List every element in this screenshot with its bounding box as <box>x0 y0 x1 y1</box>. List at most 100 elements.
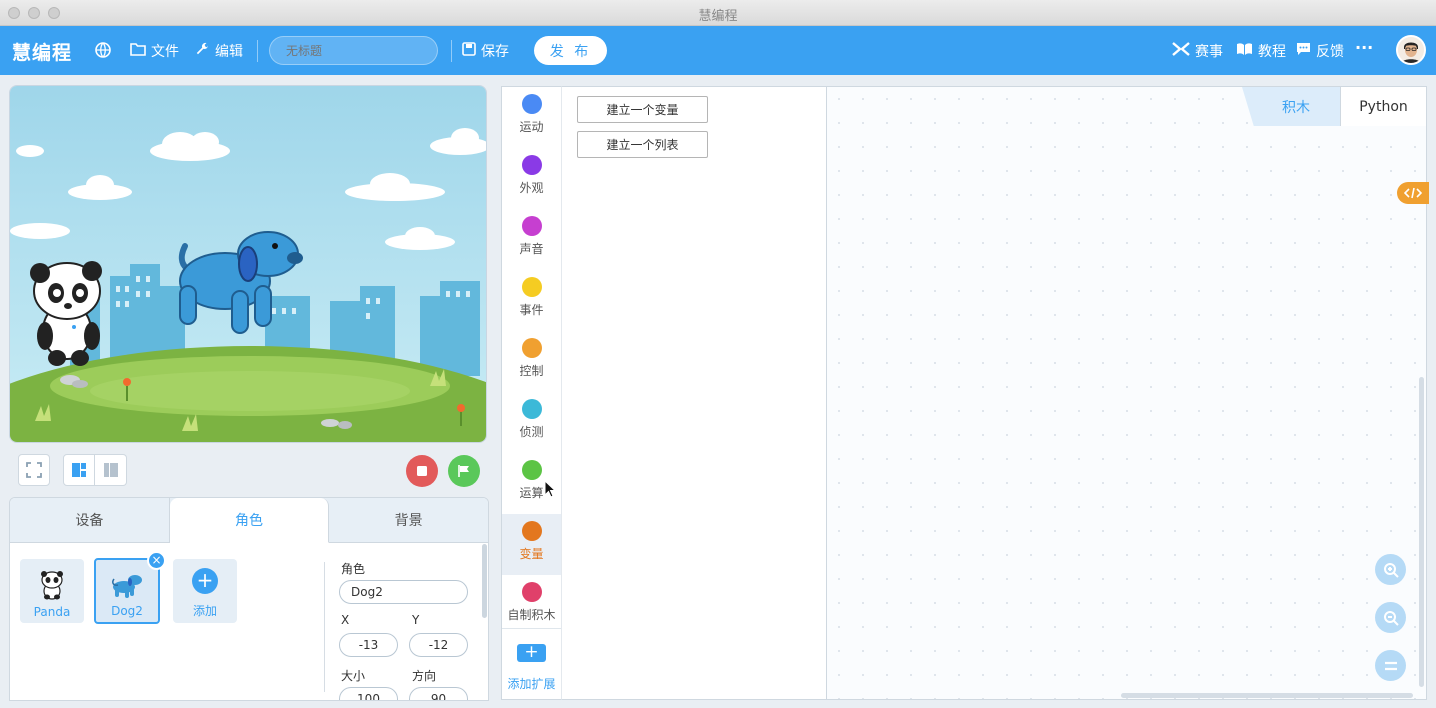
contest-link-label: 赛事 <box>1195 44 1223 60</box>
zoom-out-button[interactable] <box>1375 602 1406 633</box>
app-brand: 慧编程 <box>12 42 73 64</box>
tab-blocks-mode[interactable]: 积木 <box>1242 87 1340 126</box>
more-menu-button[interactable]: ··· <box>1355 38 1373 57</box>
sprite-panel-tabs: 设备 角色 背景 <box>10 498 488 543</box>
plus-icon: + <box>192 568 218 594</box>
contest-icon <box>1172 42 1190 60</box>
tab-devices[interactable]: 设备 <box>10 498 170 542</box>
category-label: 变量 <box>519 547 544 561</box>
folder-icon <box>130 42 146 60</box>
sprite-name-label: Dog2 <box>111 604 143 618</box>
contest-link[interactable]: 赛事 <box>1172 41 1223 61</box>
save-icon <box>462 42 476 60</box>
toolbar-divider <box>451 40 452 62</box>
sprite-card-panda[interactable]: Panda <box>20 559 84 623</box>
direction-field-label: 方向 <box>412 669 437 683</box>
project-title-input[interactable] <box>269 36 438 65</box>
globe-icon <box>94 41 112 63</box>
props-divider <box>324 562 325 692</box>
mouse-cursor-icon <box>544 479 557 502</box>
file-menu-label: 文件 <box>151 44 179 60</box>
category-dot-icon <box>521 94 542 114</box>
publish-button[interactable]: 发 布 <box>534 36 607 65</box>
feedback-link-label: 反馈 <box>1316 44 1344 60</box>
category-looks[interactable]: 外观 <box>502 148 561 209</box>
save-button-label: 保存 <box>481 44 509 60</box>
stop-icon <box>417 466 427 476</box>
tutorial-link[interactable]: 教程 <box>1236 41 1286 61</box>
category-dot-icon <box>521 338 542 358</box>
user-face-icon <box>1398 37 1424 63</box>
category-sensing[interactable]: 侦测 <box>502 392 561 453</box>
make-variable-button[interactable]: 建立一个变量 <box>577 96 708 123</box>
add-sprite-button[interactable]: + 添加 <box>173 559 237 623</box>
category-label: 事件 <box>519 303 544 317</box>
top-toolbar: 慧编程 文件 编辑 保存 发 布 赛事 教程 <box>0 26 1436 75</box>
window-titlebar: 慧编程 <box>0 0 1436 26</box>
direction-field[interactable] <box>409 687 468 700</box>
category-control[interactable]: 控制 <box>502 331 561 392</box>
layout-large-stage-button[interactable] <box>63 454 95 486</box>
category-label: 运动 <box>519 120 544 134</box>
x-field-label: X <box>341 613 350 627</box>
editor-mode-tabs: 积木 Python <box>1242 87 1426 126</box>
save-button[interactable]: 保存 <box>462 41 509 61</box>
edit-menu-label: 编辑 <box>215 44 243 60</box>
category-dot-icon <box>521 582 542 602</box>
size-field[interactable] <box>339 687 398 700</box>
dog-thumbnail-icon <box>112 575 142 598</box>
add-sprite-label: 添加 <box>192 604 217 618</box>
stop-button[interactable] <box>406 455 438 487</box>
size-field-label: 大小 <box>341 669 366 683</box>
category-dot-icon <box>521 521 542 541</box>
zoom-in-icon <box>1383 562 1399 578</box>
category-my-blocks[interactable]: 自制积木 <box>502 575 561 636</box>
file-menu[interactable]: 文件 <box>130 41 179 61</box>
sprite-card-dog2[interactable]: Dog2 × <box>94 551 166 624</box>
tab-sprites[interactable]: 角色 <box>169 498 330 543</box>
window-title: 慧编程 <box>698 9 738 24</box>
flag-icon <box>458 465 469 477</box>
user-avatar[interactable] <box>1396 35 1426 65</box>
wrench-icon <box>195 42 210 61</box>
category-dot-icon <box>521 460 542 480</box>
edit-menu[interactable]: 编辑 <box>195 41 243 61</box>
fullscreen-button[interactable] <box>18 454 50 486</box>
category-dot-icon <box>521 399 542 419</box>
x-field[interactable] <box>339 633 398 657</box>
zoom-reset-button[interactable] <box>1375 650 1406 681</box>
category-variables[interactable]: 变量 <box>502 514 561 575</box>
sprite-name-field[interactable] <box>339 580 468 604</box>
layout-small-stage-button[interactable] <box>95 454 127 486</box>
category-dot-icon <box>521 155 542 175</box>
category-events[interactable]: 事件 <box>502 270 561 331</box>
zoom-in-button[interactable] <box>1375 554 1406 585</box>
make-list-button[interactable]: 建立一个列表 <box>577 131 708 158</box>
script-workspace[interactable]: 积木 Python <box>827 86 1429 700</box>
language-button[interactable] <box>94 41 112 63</box>
zoom-reset-icon <box>1384 661 1397 670</box>
tab-backdrops[interactable]: 背景 <box>329 498 488 542</box>
feedback-link[interactable]: 反馈 <box>1296 41 1344 61</box>
workspace-horizontal-scrollbar[interactable] <box>1121 693 1413 698</box>
delete-sprite-button[interactable]: × <box>147 551 166 570</box>
more-icon: ··· <box>1355 38 1374 57</box>
add-extension-button[interactable]: + 添加扩展 <box>502 628 561 700</box>
workspace-vertical-scrollbar[interactable] <box>1419 377 1424 687</box>
block-palette: 建立一个变量 建立一个列表 <box>561 86 827 700</box>
category-label: 控制 <box>519 364 544 378</box>
category-dot-icon <box>521 277 542 297</box>
category-sound[interactable]: 声音 <box>502 209 561 270</box>
category-dot-icon <box>521 216 542 236</box>
stage-canvas[interactable] <box>9 85 487 443</box>
panda-thumbnail-icon <box>41 571 63 600</box>
tab-python-mode[interactable]: Python <box>1340 87 1426 126</box>
layout-large-icon <box>72 463 86 477</box>
y-field[interactable] <box>409 633 468 657</box>
code-view-toggle[interactable] <box>1397 182 1429 204</box>
sprite-panel-scrollbar[interactable] <box>482 544 487 618</box>
category-label: 外观 <box>519 181 544 195</box>
code-brackets-icon <box>1404 187 1422 199</box>
green-flag-button[interactable] <box>448 455 480 487</box>
category-motion[interactable]: 运动 <box>502 87 561 148</box>
